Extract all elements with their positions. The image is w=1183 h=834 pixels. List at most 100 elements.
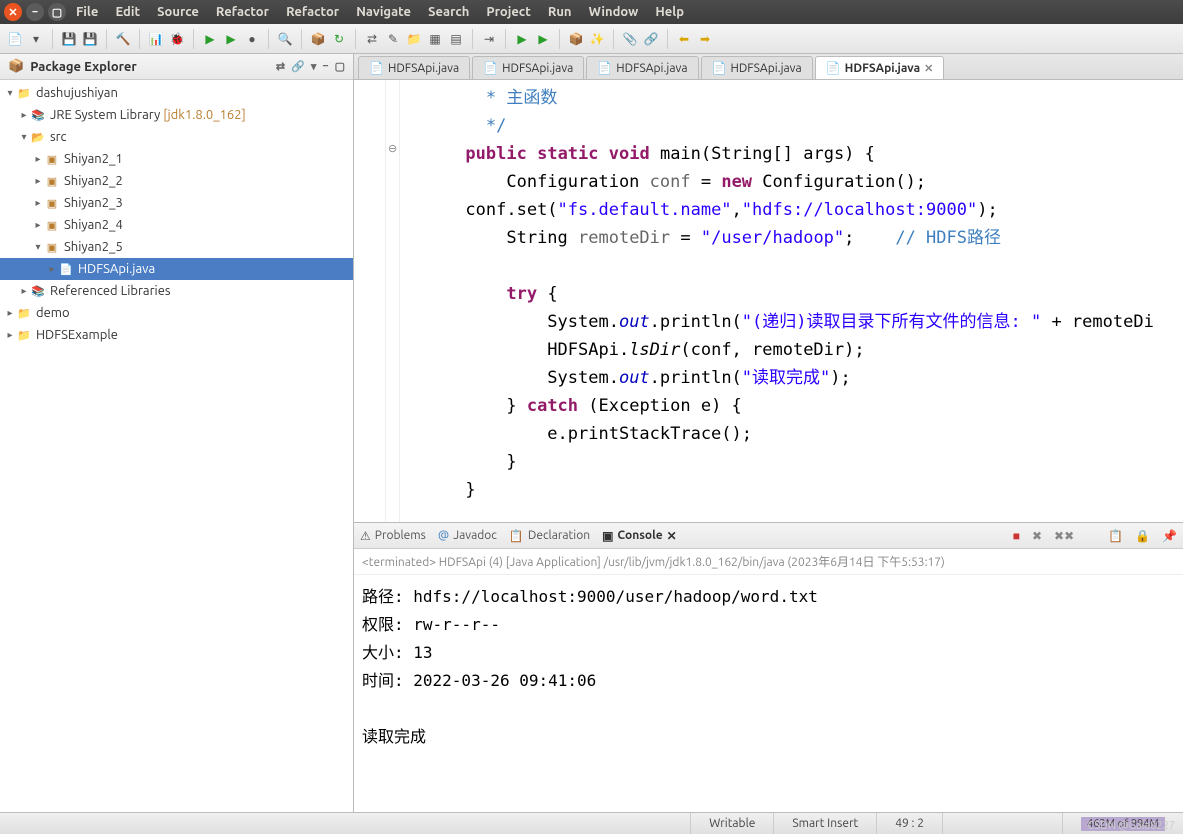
pin-console-icon[interactable]: 📌 [1162,529,1177,543]
stop-icon[interactable]: ● [243,30,261,48]
link-editor-icon[interactable]: 🔗 [291,60,305,73]
editor-tab[interactable]: 📄HDFSApi.java [701,56,813,79]
editor-area: 📄HDFSApi.java 📄HDFSApi.java 📄HDFSApi.jav… [354,54,1183,812]
tab-problems[interactable]: ⚠Problems [360,529,426,543]
menu-file[interactable]: File [76,5,98,19]
package-icon: ▣ [44,239,60,255]
editor-tab[interactable]: 📄HDFSApi.java [472,56,584,79]
wand-icon[interactable]: ✨ [588,30,606,48]
menu-run[interactable]: Run [548,5,572,19]
ref-libs-node[interactable]: ▸📚Referenced Libraries [0,280,353,302]
menu-search[interactable]: Search [428,5,469,19]
tab-console[interactable]: ▣Console ✕ [602,529,677,543]
new-icon[interactable]: 📄 [6,30,24,48]
build-icon[interactable]: 🔨 [114,30,132,48]
package-node[interactable]: ▸▣Shiyan2_2 [0,170,353,192]
package-icon: ▣ [44,217,60,233]
package-icon: ▣ [44,151,60,167]
project-icon: 📁 [16,85,32,101]
java-file-icon: 📄 [712,61,727,75]
coverage-icon[interactable]: 📊 [147,30,165,48]
editor-tab-active[interactable]: 📄HDFSApi.java✕ [815,56,945,79]
menu-window[interactable]: Window [589,5,639,19]
package-explorer-icon: 📦 [8,59,24,74]
remove-launch-icon[interactable]: ✖ [1032,529,1042,543]
code-editor[interactable]: ⊖ * 主函数 */ public static void main(Strin… [354,80,1183,522]
menu-refactor-2[interactable]: Refactor [286,5,339,19]
run-config-icon[interactable]: ▶ [222,30,240,48]
save-all-icon[interactable]: 💾 [81,30,99,48]
package-node-open[interactable]: ▾▣Shiyan2_5 [0,236,353,258]
terminate-icon[interactable]: ■ [1013,529,1020,543]
fold-marker-icon[interactable]: ⊖ [388,142,397,155]
tab-declaration[interactable]: 📋Declaration [509,529,590,543]
menu-edit[interactable]: Edit [115,5,140,19]
watermark: CSDN @Gala8227 [1088,820,1175,832]
project-node[interactable]: ▸📁HDFSExample [0,324,353,346]
run-ext-icon[interactable]: ▶ [534,30,552,48]
src-node[interactable]: ▾📂src [0,126,353,148]
package-node[interactable]: ▸▣Shiyan2_1 [0,148,353,170]
jre-node[interactable]: ▸📚JRE System Library [jdk1.8.0_162] [0,104,353,126]
menu-refactor[interactable]: Refactor [216,5,269,19]
java-file-icon: 📄 [483,61,498,75]
run-green-icon[interactable]: ▶ [201,30,219,48]
window-close-button[interactable]: ✕ [4,3,22,21]
scroll-lock-icon[interactable]: 🔒 [1135,529,1150,543]
edit-icon[interactable]: ✎ [384,30,402,48]
console-launch-header: <terminated> HDFSApi (4) [Java Applicati… [354,549,1183,575]
project-node[interactable]: ▾📁dashujushiyan [0,82,353,104]
library-icon: 📚 [30,107,46,123]
forward-icon[interactable]: ➡ [696,30,714,48]
outline-icon[interactable]: ▤ [447,30,465,48]
status-bar: Writable Smart Insert 49 : 2 462M of 994… [0,812,1183,834]
close-tab-icon[interactable]: ✕ [924,62,933,75]
window-icon[interactable]: ▦ [426,30,444,48]
problems-icon: ⚠ [360,529,371,543]
clear-console-icon[interactable]: 📋 [1108,529,1123,543]
link-icon[interactable]: 🔗 [642,30,660,48]
editor-tab[interactable]: 📄HDFSApi.java [358,56,470,79]
search-icon[interactable]: 🔍 [276,30,294,48]
menu-project[interactable]: Project [486,5,530,19]
tab-javadoc[interactable]: @Javadoc [438,529,497,542]
save-icon[interactable]: 💾 [60,30,78,48]
dropdown-icon[interactable]: ▾ [27,30,45,48]
declaration-icon: 📋 [509,529,524,543]
remove-all-icon[interactable]: ✖✖ [1054,529,1074,543]
editor-tab[interactable]: 📄HDFSApi.java [586,56,698,79]
debug-icon[interactable]: 🐞 [168,30,186,48]
step-icon[interactable]: ⇥ [480,30,498,48]
refresh-icon[interactable]: ↻ [330,30,348,48]
folder-icon[interactable]: 📁 [405,30,423,48]
console-output[interactable]: 路径: hdfs://localhost:9000/user/hadoop/wo… [354,575,1183,812]
minimize-view-icon[interactable]: − [322,60,328,73]
console-icon: ▣ [602,529,613,543]
box-icon[interactable]: 📦 [567,30,585,48]
close-icon[interactable]: ✕ [667,529,677,543]
project-node[interactable]: ▸📁demo [0,302,353,324]
window-maximize-button[interactable]: ▢ [48,3,66,21]
collapse-icon[interactable]: ⇄ [276,60,285,73]
menu-source[interactable]: Source [157,5,199,19]
main-toolbar: 📄 ▾ 💾 💾 🔨 📊 🐞 ▶ ▶ ● 🔍 📦 ↻ ⇄ ✎ 📁 ▦ ▤ ⇥ ▶ … [0,24,1183,54]
view-menu-icon[interactable]: ▾ [311,60,317,73]
package-node[interactable]: ▸▣Shiyan2_3 [0,192,353,214]
java-file-node[interactable]: ▸📄HDFSApi.java [0,258,353,280]
new-package-icon[interactable]: 📦 [309,30,327,48]
run-play-icon[interactable]: ▶ [513,30,531,48]
toggle-icon[interactable]: ⇄ [363,30,381,48]
window-minimize-button[interactable]: − [26,3,44,21]
back-icon[interactable]: ⬅ [675,30,693,48]
menu-navigate[interactable]: Navigate [356,5,411,19]
status-writable: Writable [690,813,773,834]
package-node[interactable]: ▸▣Shiyan2_4 [0,214,353,236]
menu-help[interactable]: Help [655,5,684,19]
java-file-icon: 📄 [58,261,74,277]
status-insert-mode: Smart Insert [773,813,876,834]
javadoc-icon: @ [438,529,449,542]
project-tree[interactable]: ▾📁dashujushiyan ▸📚JRE System Library [jd… [0,80,353,812]
attach-icon[interactable]: 📎 [621,30,639,48]
java-file-icon: 📄 [369,61,384,75]
maximize-view-icon[interactable]: ▢ [335,60,345,73]
